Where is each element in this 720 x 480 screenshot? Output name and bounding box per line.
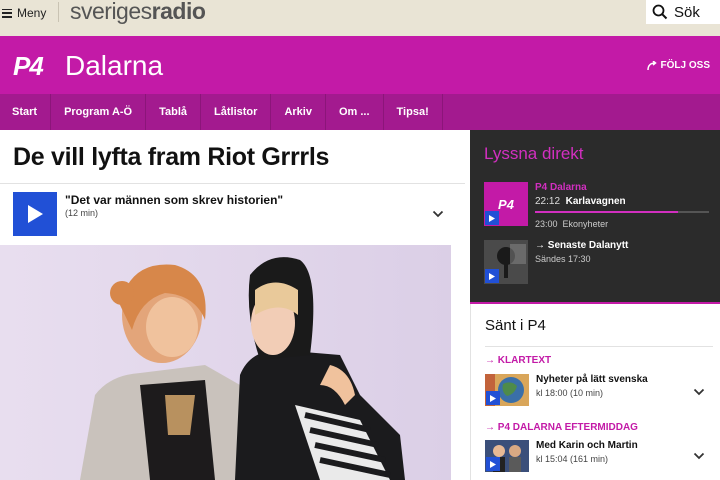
episode-meta: kl 15:04 (161 min) <box>536 454 609 464</box>
play-icon <box>489 214 495 222</box>
mini-play-button[interactable] <box>485 211 499 225</box>
mini-play-button[interactable] <box>485 269 499 283</box>
nav-item-program[interactable]: Program A-Ö <box>51 94 147 130</box>
play-icon <box>28 205 43 223</box>
main-nav: Start Program A-Ö Tablå Låtlistor Arkiv … <box>0 94 720 130</box>
nav-item-start[interactable]: Start <box>0 94 52 130</box>
episode-meta: kl 18:00 (10 min) <box>536 388 604 398</box>
next-program: 23:00 Ekonyheter <box>535 219 608 229</box>
top-bar: Meny sverigesradio Sök <box>0 0 720 36</box>
recent-broadcasts: Sänt i P4 → KLARTEXT Nyheter på lätt sve… <box>470 304 720 480</box>
live-channel-name[interactable]: P4 Dalarna <box>535 182 587 193</box>
program-link[interactable]: → P4 DALARNA EFTERMIDDAG <box>485 422 638 433</box>
divider <box>58 2 59 22</box>
next-time: 23:00 <box>535 219 558 229</box>
logo-text-bold: radio <box>151 0 206 24</box>
follow-label: FÖLJ OSS <box>660 60 710 71</box>
photo-illustration <box>0 245 451 480</box>
channel-thumbnail[interactable]: P4 <box>484 182 528 226</box>
mini-play-button[interactable] <box>486 457 500 471</box>
live-title[interactable]: Lyssna direkt <box>484 144 584 164</box>
news-subtitle: Sändes 17:30 <box>535 254 591 264</box>
nav-item-tabla[interactable]: Tablå <box>146 94 202 130</box>
program-link[interactable]: → KLARTEXT <box>485 355 551 366</box>
clip-title[interactable]: "Det var männen som skrev historien" <box>65 193 283 207</box>
nav-item-tipsa[interactable]: Tipsa! <box>384 94 443 130</box>
episode-title[interactable]: Nyheter på lätt svenska <box>536 374 648 385</box>
clip-duration: (12 min) <box>65 208 99 218</box>
logo-text: sveriges <box>70 0 152 24</box>
episode-thumbnail[interactable] <box>485 440 529 472</box>
channel-banner: P4 Dalarna FÖLJ OSS <box>0 36 720 94</box>
search-button[interactable]: Sök <box>646 0 720 24</box>
divider <box>485 346 713 347</box>
recent-title: Sänt i P4 <box>485 317 546 334</box>
divider <box>0 183 465 184</box>
live-progress-bar <box>535 211 709 213</box>
search-label: Sök <box>674 3 700 21</box>
channel-title[interactable]: Dalarna <box>65 50 163 82</box>
play-icon <box>490 460 496 468</box>
channel-thumbnail-logo: P4 <box>498 196 514 212</box>
chevron-down-icon[interactable] <box>693 452 705 460</box>
live-panel: Lyssna direkt P4 P4 Dalarna 22:12 Karlav… <box>470 130 720 302</box>
article-headline: De vill lyfta fram Riot Grrrls <box>13 143 330 171</box>
hamburger-icon <box>2 8 12 18</box>
chevron-down-icon[interactable] <box>693 388 705 396</box>
menu-label: Meny <box>17 6 47 20</box>
nav-item-latlistor[interactable]: Låtlistor <box>201 94 272 130</box>
nav-item-arkiv[interactable]: Arkiv <box>271 94 326 130</box>
next-title: Ekonyheter <box>562 219 609 229</box>
sveriges-radio-logo[interactable]: sverigesradio <box>70 0 206 25</box>
search-icon <box>652 4 668 20</box>
play-button[interactable] <box>13 192 57 236</box>
now-title: Karlavagnen <box>565 196 626 207</box>
menu-button[interactable]: Meny <box>2 3 46 23</box>
follow-icon <box>646 60 657 70</box>
chevron-down-icon[interactable] <box>432 210 444 218</box>
article-photo <box>0 245 451 480</box>
mini-play-button[interactable] <box>486 391 500 405</box>
play-icon <box>490 394 496 402</box>
nav-item-om[interactable]: Om ... <box>326 94 384 130</box>
episode-title[interactable]: Med Karin och Martin <box>536 440 638 451</box>
episode-thumbnail[interactable] <box>485 374 529 406</box>
news-thumbnail[interactable] <box>484 240 528 284</box>
now-playing: 22:12 Karlavagnen <box>535 196 626 207</box>
play-icon <box>489 272 495 280</box>
now-time: 22:12 <box>535 196 561 207</box>
p4-logo[interactable]: P4 <box>13 51 44 82</box>
progress-fill <box>535 211 678 213</box>
news-title[interactable]: → Senaste Dalanytt <box>535 240 628 251</box>
follow-button[interactable]: FÖLJ OSS <box>646 60 710 71</box>
